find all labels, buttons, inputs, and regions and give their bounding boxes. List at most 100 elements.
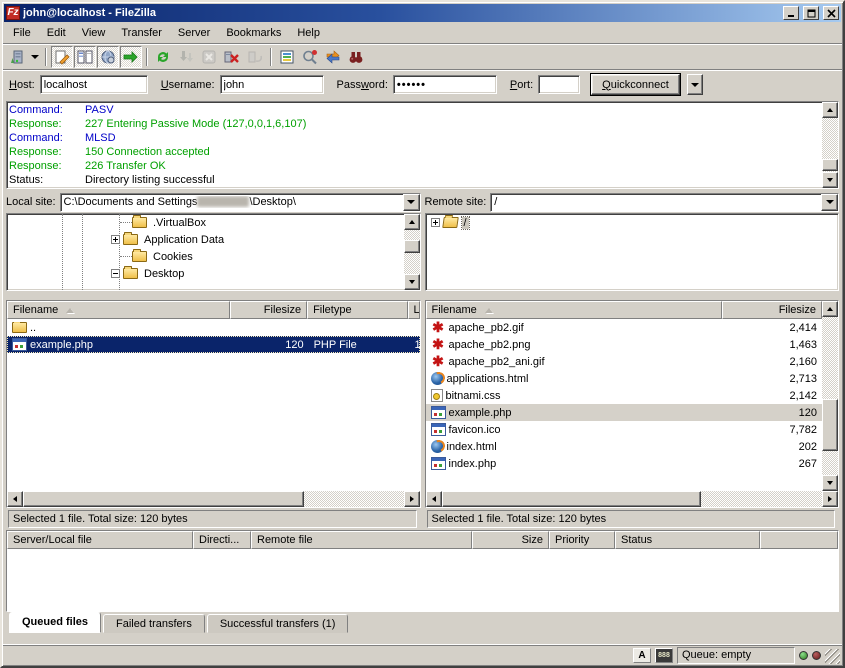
disconnect-button[interactable] — [221, 46, 243, 68]
log-line: Response:227 Entering Passive Mode (127,… — [9, 117, 820, 131]
column-header-filesize[interactable]: Filesize — [722, 301, 822, 319]
close-button[interactable] — [823, 6, 839, 20]
synchronized-browsing-button[interactable] — [322, 46, 344, 68]
minimize-button[interactable] — [783, 6, 799, 20]
remote-horizontal-scrollbar[interactable] — [426, 491, 839, 507]
quickconnect-dropdown[interactable] — [687, 74, 703, 95]
file-row[interactable]: ✱apache_pb2.png 1,463 — [426, 336, 823, 353]
local-site-combobox[interactable]: C:\Documents and Settings\Desktop\ — [60, 193, 421, 212]
column-header-server-local-file[interactable]: Server/Local file — [7, 531, 193, 549]
scroll-up-button[interactable] — [822, 301, 838, 317]
file-row[interactable]: ✱apache_pb2_ani.gif 2,160 — [426, 353, 823, 370]
file-row[interactable]: applications.html 2,713 — [426, 370, 823, 387]
file-row[interactable]: favicon.ico 7,782 — [426, 421, 823, 438]
scroll-down-button[interactable] — [822, 475, 838, 491]
file-row-parent-dir[interactable]: .. — [7, 319, 420, 336]
scroll-thumb[interactable] — [23, 491, 304, 507]
file-row[interactable]: index.php 267 — [426, 455, 823, 472]
file-row[interactable]: bitnami.css 2,142 — [426, 387, 823, 404]
toggle-message-log-button[interactable] — [51, 46, 73, 68]
expand-icon[interactable] — [111, 235, 120, 244]
file-row-example-php[interactable]: example.php 120 PHP File 1 — [7, 336, 420, 353]
image-file-icon: ✱ — [431, 321, 446, 334]
open-folder-icon — [442, 217, 459, 228]
menu-view[interactable]: View — [74, 24, 114, 42]
local-horizontal-scrollbar[interactable] — [7, 491, 420, 507]
pane-splitter[interactable] — [6, 291, 421, 296]
column-header-priority[interactable]: Priority — [549, 531, 615, 549]
tab-queued-files[interactable]: Queued files — [9, 612, 101, 633]
scroll-left-button[interactable] — [426, 491, 442, 507]
toggle-local-tree-button[interactable] — [74, 46, 96, 68]
column-header-filename[interactable]: Filename — [7, 301, 230, 319]
column-header-status[interactable]: Status — [615, 531, 760, 549]
tree-item-root[interactable]: / — [426, 214, 839, 231]
file-row-selected[interactable]: example.php 120 — [426, 404, 823, 421]
column-header-filesize[interactable]: Filesize — [230, 301, 307, 319]
scroll-right-button[interactable] — [822, 491, 838, 507]
tree-item-application-data[interactable]: Application Data — [7, 231, 404, 248]
port-input[interactable] — [538, 75, 580, 94]
remote-site-combobox[interactable]: / — [490, 193, 839, 212]
site-manager-dropdown[interactable] — [29, 46, 41, 68]
log-vertical-scrollbar[interactable] — [822, 102, 838, 188]
toggle-remote-tree-button[interactable] — [97, 46, 119, 68]
queue-header: Server/Local file Directi... Remote file… — [7, 531, 838, 549]
menu-bookmarks[interactable]: Bookmarks — [218, 24, 289, 42]
tab-successful-transfers[interactable]: Successful transfers (1) — [207, 614, 349, 633]
scroll-down-button[interactable] — [404, 274, 420, 290]
tab-failed-transfers[interactable]: Failed transfers — [103, 614, 205, 633]
host-input[interactable] — [40, 75, 148, 94]
menu-help[interactable]: Help — [289, 24, 328, 42]
tree-item-desktop[interactable]: Desktop — [7, 265, 404, 282]
combo-dropdown-button[interactable] — [403, 194, 420, 211]
tree-item-cookies[interactable]: Cookies — [7, 248, 404, 265]
scroll-up-button[interactable] — [404, 214, 420, 230]
find-files-button[interactable] — [345, 46, 367, 68]
maximize-button[interactable] — [803, 6, 819, 20]
scroll-left-button[interactable] — [7, 491, 23, 507]
collapse-icon[interactable] — [111, 269, 120, 278]
tree-item-virtualbox[interactable]: .VirtualBox — [7, 214, 404, 231]
folder-icon — [132, 251, 147, 262]
file-row[interactable]: ✱apache_pb2.gif 2,414 — [426, 319, 823, 336]
column-header-size[interactable]: Size — [472, 531, 549, 549]
resize-grip[interactable] — [825, 649, 840, 664]
reconnect-button[interactable] — [244, 46, 266, 68]
column-header-direction[interactable]: Directi... — [193, 531, 251, 549]
local-tree-scrollbar[interactable] — [404, 214, 420, 290]
refresh-button[interactable] — [152, 46, 174, 68]
quickconnect-button[interactable]: Quickconnect — [591, 74, 680, 95]
cancel-operation-button[interactable] — [198, 46, 220, 68]
menu-transfer[interactable]: Transfer — [113, 24, 170, 42]
expand-icon[interactable] — [431, 218, 440, 227]
scroll-thumb[interactable] — [442, 491, 702, 507]
menu-file[interactable]: File — [5, 24, 39, 42]
remote-vertical-scrollbar[interactable] — [822, 301, 838, 491]
menu-server[interactable]: Server — [170, 24, 218, 42]
file-row[interactable]: index.html 202 — [426, 438, 823, 455]
scroll-down-button[interactable] — [822, 172, 838, 188]
scroll-thumb[interactable] — [822, 399, 838, 451]
column-header-remote-file[interactable]: Remote file — [251, 531, 472, 549]
combo-dropdown-button[interactable] — [821, 194, 838, 211]
toggle-transfer-queue-button[interactable] — [120, 46, 142, 68]
password-input[interactable] — [393, 75, 497, 94]
column-header-filetype[interactable]: Filetype — [307, 301, 407, 319]
speed-limit-icon[interactable]: 888 — [655, 648, 673, 663]
pane-splitter[interactable] — [425, 291, 840, 296]
scroll-thumb[interactable] — [822, 159, 838, 171]
scroll-up-button[interactable] — [822, 102, 838, 118]
transfer-type-icon[interactable]: A — [633, 648, 651, 663]
scroll-right-button[interactable] — [404, 491, 420, 507]
site-manager-button[interactable] — [6, 46, 28, 68]
filter-button[interactable] — [276, 46, 298, 68]
remote-path: / — [491, 196, 821, 208]
scroll-thumb[interactable] — [404, 240, 420, 253]
username-input[interactable] — [220, 75, 324, 94]
process-queue-button[interactable] — [175, 46, 197, 68]
column-header-modified[interactable]: L — [408, 301, 420, 319]
column-header-filename[interactable]: Filename — [426, 301, 723, 319]
menu-edit[interactable]: Edit — [39, 24, 74, 42]
directory-comparison-button[interactable] — [299, 46, 321, 68]
